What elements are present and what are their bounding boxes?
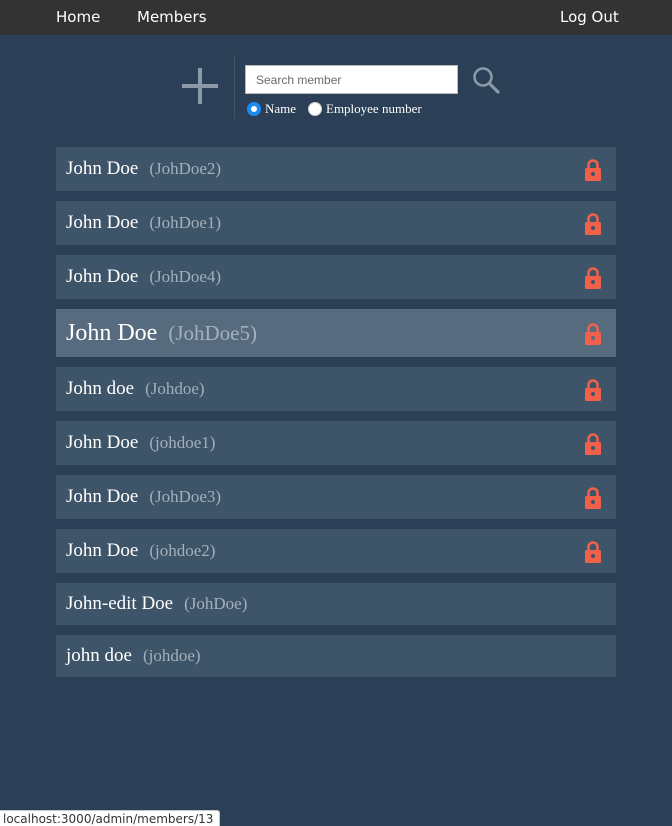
radio-employee-number[interactable] <box>308 102 322 116</box>
member-username: (johdoe1) <box>149 433 216 452</box>
member-name: John Doe <box>66 540 139 561</box>
lock-icon[interactable] <box>584 322 602 346</box>
member-row[interactable]: john doe (johdoe) <box>56 635 616 677</box>
member-username: (JohDoe4) <box>149 267 222 286</box>
lock-icon[interactable] <box>584 212 602 236</box>
lock-icon[interactable] <box>584 158 602 182</box>
member-username: (Johdoe) <box>145 379 205 398</box>
member-row[interactable]: John Doe (JohDoe5) <box>56 309 616 357</box>
member-label: John Doe (JohDoe1) <box>66 201 221 245</box>
member-name: John Doe <box>66 432 139 453</box>
member-row[interactable]: John-edit Doe (JohDoe) <box>56 583 616 625</box>
toolbar-divider <box>234 55 235 119</box>
member-name: John Doe <box>66 320 158 346</box>
member-name: John Doe <box>66 266 139 287</box>
member-username: (johdoe2) <box>149 541 216 560</box>
radio-name-label: Name <box>265 101 297 116</box>
member-row[interactable]: John Doe (JohDoe3) <box>56 475 616 519</box>
member-label: John-edit Doe (JohDoe) <box>66 583 247 625</box>
member-username: (johdoe) <box>142 646 201 665</box>
add-member-plus-icon[interactable] <box>182 68 218 104</box>
member-label: John Doe (johdoe2) <box>66 529 215 573</box>
member-username: (JohDoe5) <box>168 321 257 345</box>
member-name: John doe <box>66 378 135 399</box>
top-navbar: Home Members Log Out <box>0 0 672 35</box>
member-label: John doe (Johdoe) <box>66 367 205 411</box>
member-row[interactable]: John doe (Johdoe) <box>56 367 616 411</box>
lock-icon[interactable] <box>584 266 602 290</box>
radio-employee-number-label: Employee number <box>326 101 422 116</box>
member-name: john doe <box>66 645 132 666</box>
member-row[interactable]: John Doe (JohDoe1) <box>56 201 616 245</box>
nav-home-link[interactable]: Home <box>56 8 100 26</box>
member-username: (JohDoe2) <box>149 159 222 178</box>
nav-members-link[interactable]: Members <box>137 8 207 26</box>
member-label: John Doe (JohDoe2) <box>66 147 221 191</box>
member-label: John Doe (johdoe1) <box>66 421 215 465</box>
lock-icon[interactable] <box>584 432 602 456</box>
member-row[interactable]: John Doe (johdoe2) <box>56 529 616 573</box>
lock-icon[interactable] <box>584 540 602 564</box>
member-name: John Doe <box>66 158 139 179</box>
member-name: John-edit Doe <box>66 593 174 614</box>
member-label: John Doe (JohDoe4) <box>66 255 221 299</box>
status-bar-url: localhost:3000/admin/members/13 <box>0 810 221 826</box>
member-username: (JohDoe) <box>184 594 248 613</box>
logout-link[interactable]: Log Out <box>560 8 619 26</box>
member-label: John Doe (JohDoe3) <box>66 475 221 519</box>
magnifier-icon[interactable] <box>472 66 500 94</box>
lock-icon[interactable] <box>584 378 602 402</box>
member-username: (JohDoe3) <box>149 487 222 506</box>
member-row[interactable]: John Doe (JohDoe4) <box>56 255 616 299</box>
member-row[interactable]: John Doe (johdoe1) <box>56 421 616 465</box>
member-label: john doe (johdoe) <box>66 635 201 677</box>
member-name: John Doe <box>66 212 139 233</box>
radio-name[interactable] <box>247 102 261 116</box>
member-username: (JohDoe1) <box>149 213 222 232</box>
member-name: John Doe <box>66 486 139 507</box>
search-member-input[interactable] <box>245 65 458 94</box>
member-label: John Doe (JohDoe5) <box>66 309 257 357</box>
member-row[interactable]: John Doe (JohDoe2) <box>56 147 616 191</box>
lock-icon[interactable] <box>584 486 602 510</box>
